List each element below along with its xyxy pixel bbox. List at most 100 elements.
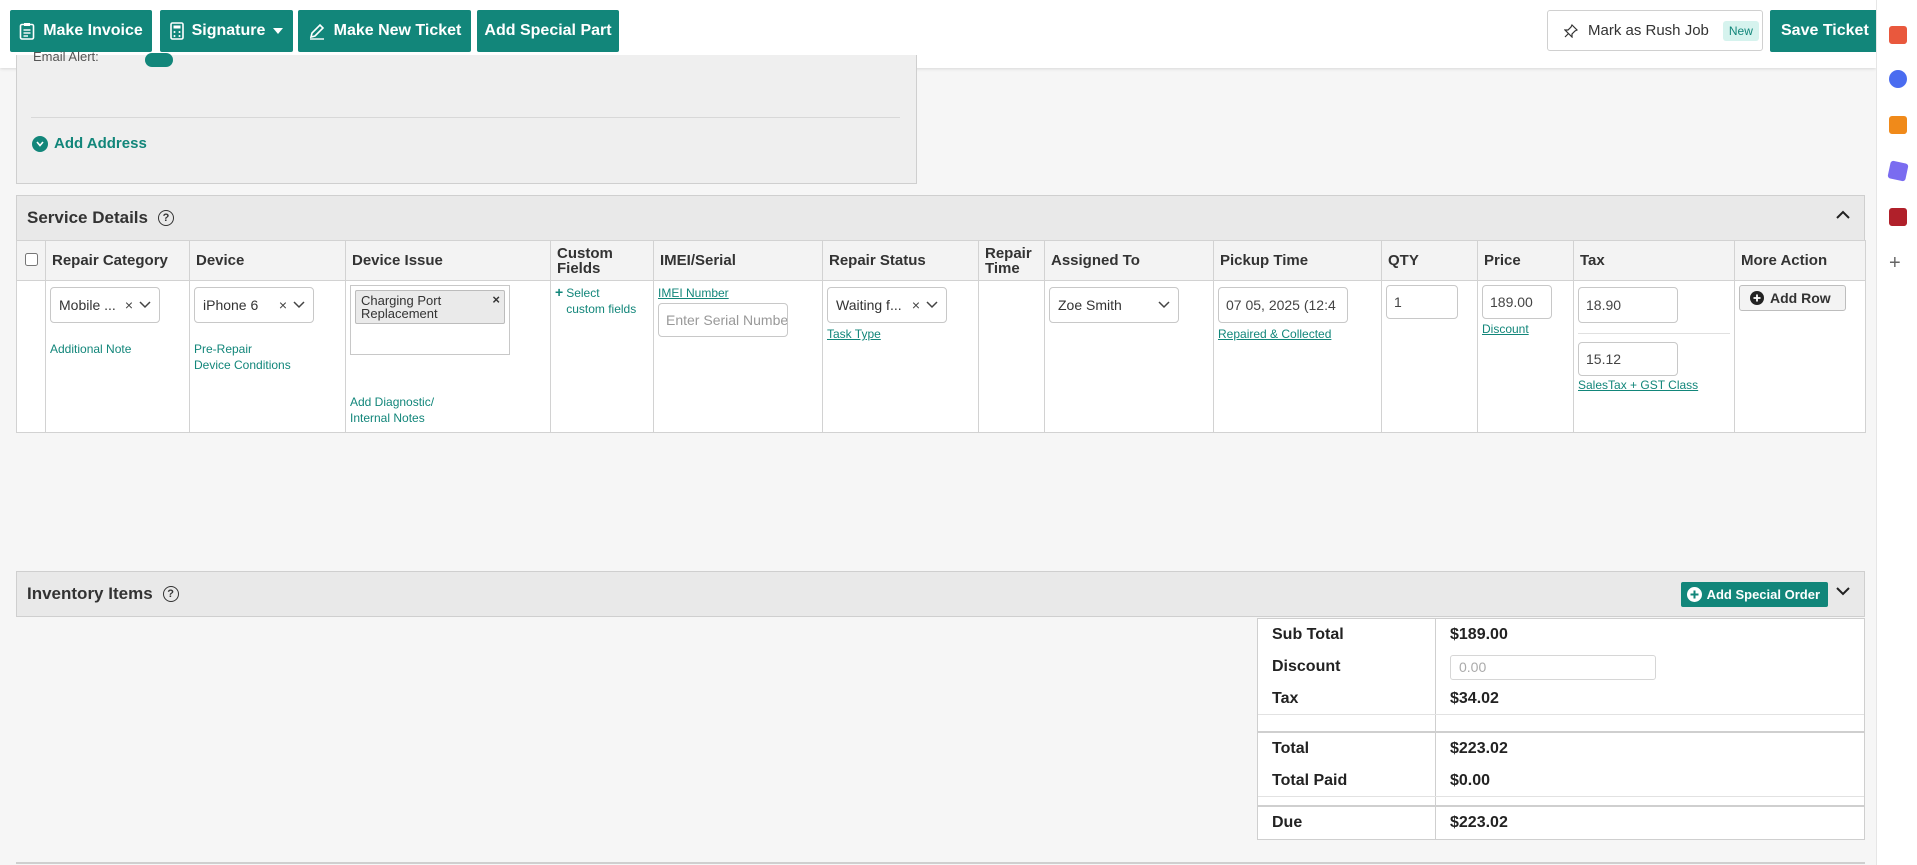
due-label: Due bbox=[1258, 807, 1436, 839]
price-input[interactable]: 189.00 bbox=[1482, 285, 1552, 319]
clear-icon[interactable]: × bbox=[912, 297, 920, 313]
pickup-time-input[interactable]: 07 05, 2025 (12:4 bbox=[1218, 287, 1348, 323]
subtotal-label: Sub Total bbox=[1258, 619, 1436, 651]
task-type-link[interactable]: Task Type bbox=[827, 326, 974, 342]
add-diagnostic-notes-link[interactable]: Add Diagnostic/ Internal Notes bbox=[350, 394, 434, 426]
col-device-issue: Device Issue bbox=[345, 240, 551, 281]
total-paid-value: $0.00 bbox=[1450, 771, 1491, 789]
more-action-cell: Add Row bbox=[1734, 280, 1866, 433]
tax-class-link[interactable]: SalesTax + GST Class bbox=[1578, 377, 1730, 393]
help-icon[interactable]: ? bbox=[162, 586, 179, 602]
col-device: Device bbox=[189, 240, 346, 281]
tag-line-2: Replacement bbox=[361, 306, 438, 321]
repair-status-select[interactable]: Waiting f... × bbox=[827, 287, 947, 323]
add-row-button[interactable]: Add Row bbox=[1739, 285, 1846, 311]
table-row: Mobile ... × Additional Note iPhone 6 × … bbox=[16, 280, 1866, 433]
mark-rush-job-label: Mark as Rush Job bbox=[1588, 22, 1709, 39]
col-pickup-time: Pickup Time bbox=[1213, 240, 1382, 281]
price-cell: 189.00 Discount bbox=[1477, 280, 1574, 433]
device-issue-tag: Charging Port Replacement × bbox=[355, 290, 505, 324]
col-custom-fields: Custom Fields bbox=[550, 240, 654, 281]
add-address-link[interactable]: Add Address bbox=[32, 135, 147, 152]
chevron-down-icon bbox=[293, 301, 305, 309]
mark-rush-job-button[interactable]: Mark as Rush Job New bbox=[1547, 10, 1763, 51]
add-icon[interactable]: + bbox=[1889, 253, 1901, 273]
signature-dropdown-button[interactable]: Signature bbox=[160, 10, 293, 52]
col-more-action: More Action bbox=[1734, 240, 1866, 281]
select-custom-fields-link[interactable]: + Select custom fields bbox=[555, 285, 649, 317]
add-diag-line-2: Internal Notes bbox=[350, 411, 425, 425]
col-repair-time: Repair Time bbox=[978, 240, 1045, 281]
discount-value-cell: 0.00 bbox=[1436, 651, 1864, 683]
email-alert-toggle[interactable] bbox=[145, 53, 173, 67]
serial-number-input[interactable]: Enter Serial Number bbox=[658, 303, 788, 337]
discount-row: Discount 0.00 bbox=[1258, 651, 1864, 683]
chat-icon[interactable] bbox=[1889, 70, 1907, 88]
pre-repair-conditions-link[interactable]: Pre-Repair Device Conditions bbox=[194, 341, 291, 373]
add-special-part-label: Add Special Part bbox=[484, 22, 612, 39]
pre-repair-line-2: Device Conditions bbox=[194, 358, 291, 372]
assigned-to-value: Zoe Smith bbox=[1058, 297, 1122, 313]
help-icon[interactable]: ? bbox=[157, 210, 174, 226]
notes-icon[interactable] bbox=[1889, 116, 1907, 134]
pickup-time-cell: 07 05, 2025 (12:4 Repaired & Collected bbox=[1213, 280, 1382, 433]
spacer-row bbox=[1258, 715, 1864, 733]
make-new-ticket-label: Make New Ticket bbox=[333, 22, 462, 39]
pen-icon bbox=[309, 23, 324, 40]
service-details-table: Repair Category Device Device Issue Cust… bbox=[16, 240, 1866, 433]
chevron-down-icon bbox=[926, 301, 938, 309]
tax-row: Tax $34.02 bbox=[1258, 683, 1864, 715]
col-tax: Tax bbox=[1573, 240, 1735, 281]
divider bbox=[31, 117, 900, 118]
bottom-divider bbox=[16, 862, 1865, 864]
wallet-icon[interactable] bbox=[1889, 208, 1907, 226]
save-ticket-button[interactable]: Save Ticket bbox=[1770, 10, 1880, 52]
browser-side-panel: + bbox=[1876, 0, 1917, 865]
add-special-order-button[interactable]: Add Special Order bbox=[1680, 582, 1828, 607]
inventory-items-title: Inventory Items bbox=[27, 584, 153, 603]
tax-value: $34.02 bbox=[1450, 689, 1499, 707]
subtotal-value: $189.00 bbox=[1450, 626, 1508, 643]
make-new-ticket-button[interactable]: Make New Ticket bbox=[298, 10, 471, 52]
due-value: $223.02 bbox=[1450, 814, 1508, 831]
spacer-value bbox=[1436, 715, 1864, 731]
col-repair-status: Repair Status bbox=[822, 240, 979, 281]
qty-input[interactable]: 1 bbox=[1386, 285, 1458, 319]
total-label: Total bbox=[1258, 733, 1436, 765]
chevron-down-icon[interactable] bbox=[1836, 586, 1850, 596]
clear-icon[interactable]: × bbox=[279, 297, 287, 313]
remove-tag-icon[interactable]: × bbox=[492, 293, 500, 306]
imei-number-link[interactable]: IMEI Number bbox=[658, 285, 818, 301]
device-issue-multiselect[interactable]: Charging Port Replacement × bbox=[350, 285, 510, 355]
add-special-part-button[interactable]: Add Special Part bbox=[477, 10, 619, 52]
additional-note-link[interactable]: Additional Note bbox=[50, 341, 131, 357]
new-badge: New bbox=[1722, 20, 1759, 41]
col-price: Price bbox=[1477, 240, 1574, 281]
chevron-down-circle-icon bbox=[32, 135, 48, 152]
assigned-to-select[interactable]: Zoe Smith bbox=[1049, 287, 1179, 323]
device-select[interactable]: iPhone 6 × bbox=[194, 287, 314, 323]
gift-icon[interactable] bbox=[1889, 26, 1907, 44]
discount-input[interactable]: 0.00 bbox=[1450, 654, 1656, 680]
repaired-collected-link[interactable]: Repaired & Collected bbox=[1218, 326, 1377, 342]
save-ticket-label: Save Ticket bbox=[1781, 22, 1869, 39]
tax-label: Tax bbox=[1258, 683, 1436, 714]
clear-icon[interactable]: × bbox=[125, 297, 133, 313]
discount-link[interactable]: Discount bbox=[1482, 321, 1569, 337]
select-all-checkbox[interactable] bbox=[24, 252, 38, 266]
chevron-up-icon[interactable] bbox=[1836, 210, 1850, 220]
custom-fields-line-2: custom fields bbox=[566, 302, 637, 316]
make-invoice-button[interactable]: Make Invoice bbox=[10, 10, 152, 52]
custom-fields-cell: + Select custom fields bbox=[550, 280, 654, 433]
col-assigned-to: Assigned To bbox=[1044, 240, 1214, 281]
repair-category-select[interactable]: Mobile ... × bbox=[50, 287, 160, 323]
service-details-header: Service Details ? bbox=[16, 195, 1865, 241]
spacer-label bbox=[1258, 797, 1436, 805]
total-value: $223.02 bbox=[1450, 740, 1508, 757]
signature-label: Signature bbox=[191, 22, 266, 39]
cards-icon[interactable] bbox=[1887, 160, 1909, 182]
tax-input-1[interactable]: 18.90 bbox=[1578, 287, 1678, 323]
plus-icon: + bbox=[555, 284, 564, 300]
tax-input-2[interactable]: 15.12 bbox=[1578, 342, 1678, 376]
inventory-items-header: Inventory Items ? Add Special Order bbox=[16, 571, 1865, 617]
